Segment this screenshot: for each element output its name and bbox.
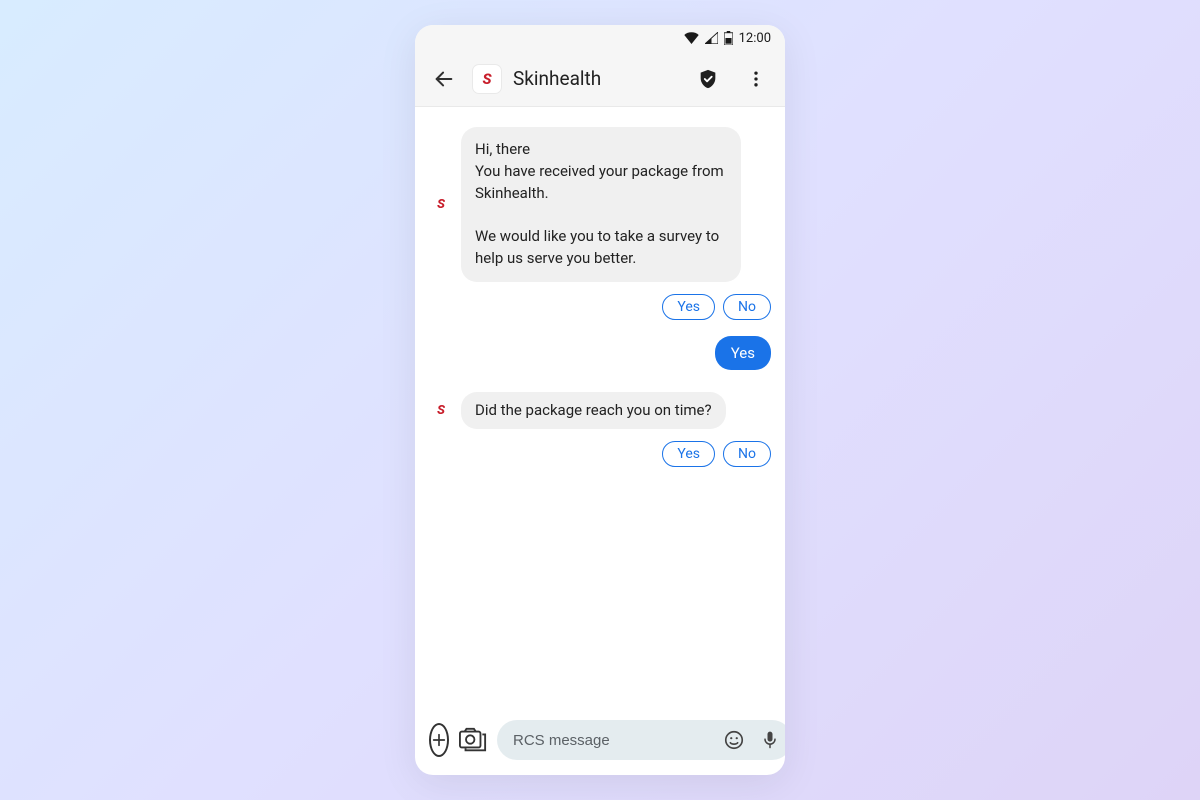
suggested-replies: Yes No: [429, 441, 771, 467]
sender-avatar-icon: S: [429, 398, 453, 422]
outgoing-message-row: Yes: [429, 336, 771, 370]
suggested-replies: Yes No: [429, 294, 771, 320]
add-button[interactable]: [429, 723, 449, 757]
reply-chip-no[interactable]: No: [723, 294, 771, 320]
camera-button[interactable]: [459, 723, 487, 757]
composer: [415, 715, 785, 775]
back-button[interactable]: [425, 60, 463, 98]
battery-icon: [724, 31, 733, 45]
status-bar: 12:00: [415, 25, 785, 51]
mic-button[interactable]: [756, 726, 784, 754]
incoming-message-row: S Hi, there You have received your packa…: [429, 127, 771, 282]
reply-chip-yes[interactable]: Yes: [662, 441, 715, 467]
brand-avatar: S: [473, 65, 501, 93]
verified-shield-icon[interactable]: [689, 60, 727, 98]
chat-body: S Hi, there You have received your packa…: [415, 107, 785, 715]
status-time: 12:00: [739, 31, 771, 46]
chat-header: S Skinhealth: [415, 51, 785, 107]
emoji-button[interactable]: [720, 726, 748, 754]
signal-icon: [705, 32, 718, 44]
outgoing-message: Yes: [715, 336, 771, 370]
message-input[interactable]: [513, 732, 712, 749]
chat-title: Skinhealth: [513, 67, 679, 90]
sender-avatar-icon: S: [429, 192, 453, 216]
more-options-button[interactable]: [737, 60, 775, 98]
phone-frame: 12:00 S Skinhealth S Hi, there You have …: [415, 25, 785, 775]
wifi-icon: [684, 32, 699, 44]
reply-chip-yes[interactable]: Yes: [662, 294, 715, 320]
incoming-message: Did the package reach you on time?: [461, 392, 726, 430]
message-input-container: [497, 720, 785, 760]
incoming-message-row: S Did the package reach you on time?: [429, 392, 771, 430]
reply-chip-no[interactable]: No: [723, 441, 771, 467]
incoming-message: Hi, there You have received your package…: [461, 127, 741, 282]
